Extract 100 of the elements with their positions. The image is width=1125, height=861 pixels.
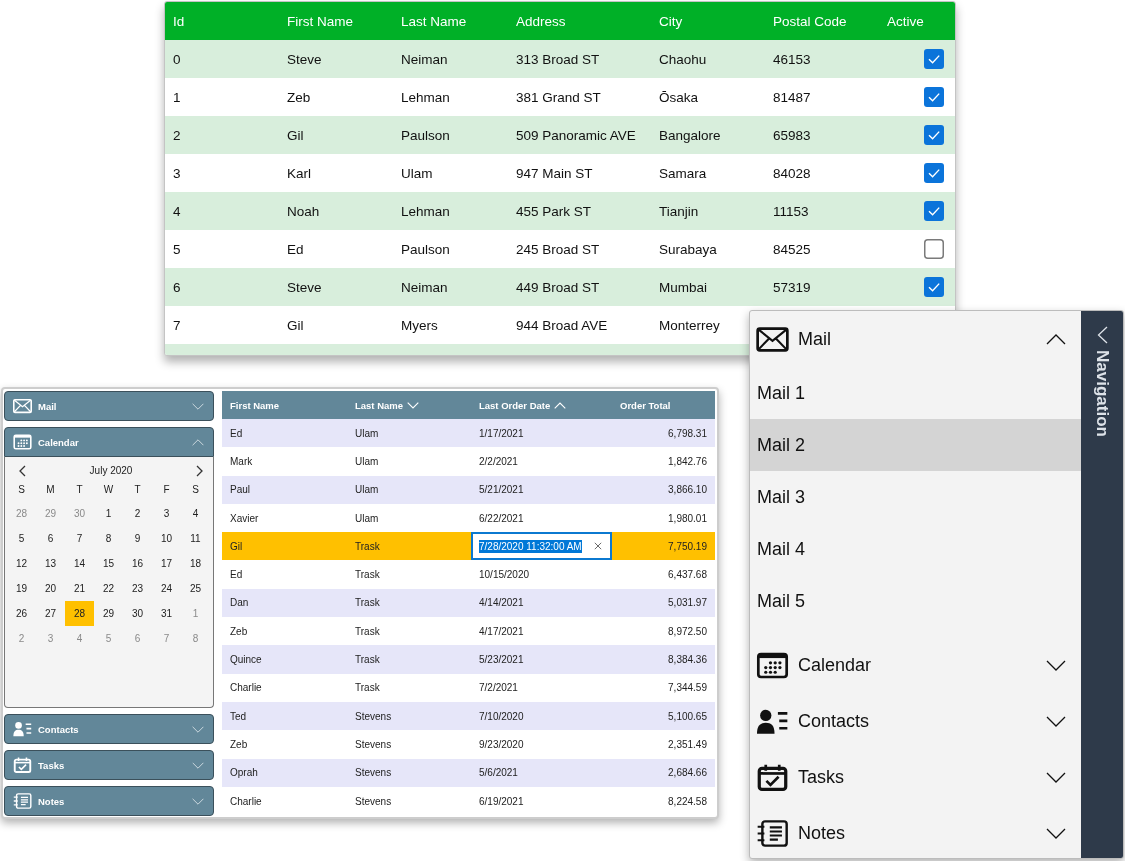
calendar-day[interactable]: 15 (94, 551, 123, 576)
weekday-label: T (75, 483, 84, 497)
calendar-day[interactable]: 27 (36, 601, 65, 626)
table-row[interactable]: 3 Karl Ulam 947 Main ST Samara 84028 (165, 154, 955, 192)
calendar-day[interactable]: 31 (152, 601, 181, 626)
table-cell-text: 8,384.36 (667, 654, 708, 665)
table-cell-text: 7 (172, 317, 182, 333)
table-row[interactable]: 0 Steve Neiman 313 Broad ST Chaohu 46153 (165, 40, 955, 78)
checkbox[interactable] (924, 201, 944, 221)
table-cell-text: 84028 (772, 165, 812, 181)
calendar-day[interactable]: 28 (65, 601, 94, 626)
accordion-header[interactable]: Calendar (4, 427, 214, 457)
calendar-day[interactable]: 20 (36, 576, 65, 601)
calendar-day[interactable]: 22 (94, 576, 123, 601)
chevron-left-icon[interactable] (19, 464, 26, 477)
table-cell-text: Ulam (354, 484, 380, 496)
calendar-day[interactable]: 14 (65, 551, 94, 576)
table-cell-text: 5 (172, 241, 182, 257)
checkbox[interactable] (924, 239, 944, 259)
chevron-down-icon (1046, 827, 1066, 839)
table-row[interactable]: 2 Gil Paulson 509 Panoramic AVE Bangalore 65983 (165, 116, 955, 154)
checkbox[interactable] (924, 125, 944, 145)
table-cell-text: Stevens (354, 767, 393, 779)
table-row[interactable]: 4 Noah Lehman 455 Park ST Tianjin 11153 (165, 192, 955, 230)
table-cell-text: Paulson (400, 127, 451, 143)
calendar-day[interactable]: 9 (123, 526, 152, 551)
calendar-day[interactable]: 18 (181, 551, 210, 576)
checkbox[interactable] (924, 163, 944, 183)
calendar-day[interactable]: 19 (7, 576, 36, 601)
clear-icon[interactable] (594, 542, 602, 551)
table-cell-text: 449 Broad ST (515, 279, 601, 295)
table-row[interactable]: Ed Ulam 1/17/2021 6,798.31 (222, 419, 715, 448)
calendar-day[interactable]: 21 (65, 576, 94, 601)
table-row[interactable]: Dan Trask 4/14/2021 5,031.97 (222, 588, 715, 618)
calendar-day[interactable]: 3 (152, 501, 181, 526)
table-row[interactable]: 5 Ed Paulson 245 Broad ST Surabaya 84525 (165, 230, 955, 268)
checkbox[interactable] (924, 277, 944, 297)
nav-section-header[interactable]: Contacts (750, 693, 1081, 749)
accordion-header[interactable]: Tasks (4, 750, 214, 780)
calendar-day[interactable]: 26 (7, 601, 36, 626)
calendar-day[interactable]: 17 (152, 551, 181, 576)
calendar-day[interactable]: 6 (36, 526, 65, 551)
table-cell-text: Mark (229, 455, 254, 467)
table-row[interactable]: Oprah Stevens 5/6/2021 2,684.66 (222, 758, 715, 787)
chevron-right-icon[interactable] (196, 464, 203, 477)
column-header[interactable]: Last Name (347, 399, 471, 411)
table-row[interactable]: Paul Ulam 5/21/2021 3,866.10 (222, 475, 715, 504)
table-cell-text: 1,842.76 (667, 455, 708, 467)
table-row[interactable]: 1 Zeb Lehman 381 Grand ST Ōsaka 81487 (165, 78, 955, 116)
accordion-header[interactable]: Notes (4, 786, 214, 816)
nav-section-header[interactable]: Calendar (750, 637, 1081, 693)
table-cell-text: 2 (172, 127, 182, 143)
calendar-day[interactable]: 5 (7, 526, 36, 551)
calendar-day[interactable]: 16 (123, 551, 152, 576)
nav-item[interactable]: Mail 2 (750, 419, 1081, 471)
calendar-day[interactable]: 13 (36, 551, 65, 576)
chevron-up-icon (1046, 333, 1066, 345)
table-cell-text: Ed (286, 241, 305, 257)
table-cell-text: 1 (172, 89, 182, 105)
table-row[interactable]: Quince Trask 5/23/2021 8,384.36 (222, 645, 715, 674)
nav-section-header[interactable]: Tasks (750, 749, 1081, 805)
checkbox[interactable] (924, 87, 944, 107)
table-cell-text: Xavier (229, 512, 260, 524)
table-cell-text: Ed (229, 569, 244, 581)
calendar-day[interactable]: 7 (65, 526, 94, 551)
accordion-header[interactable]: Contacts (4, 714, 214, 744)
table-cell-text: Gil (229, 540, 244, 552)
table-cell-text: 84525 (772, 241, 812, 257)
chevron-down-icon (1046, 771, 1066, 783)
person-list-icon (756, 707, 789, 735)
column-header[interactable]: Order Total (612, 399, 715, 411)
column-header[interactable]: Last Order Date (471, 399, 612, 411)
calendar-day[interactable]: 23 (123, 576, 152, 601)
column-header[interactable]: First Name (222, 399, 347, 411)
table-cell-text: Dan (229, 597, 250, 609)
table-row[interactable]: Gil Trask 7/28/2020 11:32:00 AM 7,750.19 (222, 532, 715, 561)
table-cell-text: Stevens (354, 738, 393, 750)
checkbox[interactable] (924, 49, 944, 69)
table-cell-text: 2/2/2021 (478, 455, 519, 467)
date-edit-field[interactable]: 7/28/2020 11:32:00 AM (471, 532, 612, 561)
table-cell-text: 5/6/2021 (478, 767, 519, 779)
nav-section-header[interactable]: Notes (750, 805, 1081, 858)
calendar-day[interactable]: 10 (152, 526, 181, 551)
calendar-day[interactable]: 2 (123, 501, 152, 526)
calendar-day[interactable]: 4 (181, 501, 210, 526)
calendar-day[interactable]: 12 (7, 551, 36, 576)
table-cell-text: Trask (354, 625, 381, 637)
table-row[interactable]: 6 Steve Neiman 449 Broad ST Mumbai 57319 (165, 268, 955, 306)
calendar-day[interactable]: 25 (181, 576, 210, 601)
calendar-day[interactable]: 11 (181, 526, 210, 551)
accordion-header[interactable]: Mail (4, 391, 214, 421)
month-label[interactable]: July 2020 (89, 465, 133, 476)
calendar-day[interactable]: 30 (123, 601, 152, 626)
table-cell-text: Chaohu (658, 51, 708, 67)
calendar-day[interactable]: 24 (152, 576, 181, 601)
calendar-day[interactable]: 8 (94, 526, 123, 551)
calendar-day[interactable]: 1 (94, 501, 123, 526)
calendar-day[interactable]: 29 (94, 601, 123, 626)
table-cell-text: Karl (286, 165, 312, 181)
table-row[interactable]: Ted Stevens 7/10/2020 5,100.65 (222, 701, 715, 731)
